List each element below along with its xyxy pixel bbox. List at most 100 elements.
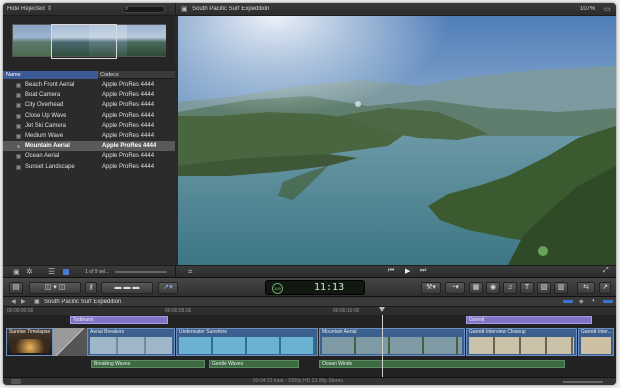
column-codecs-header[interactable]: Codecs [100,71,119,79]
share-icon[interactable]: ⇆ [577,282,595,294]
viewer-image[interactable] [178,16,616,265]
filmstrip[interactable] [12,24,166,59]
film-icon[interactable]: ▣ [13,268,20,276]
skip-forward-icon[interactable]: ⏭ [420,267,426,275]
clip-label: Gentle Waves [212,361,244,367]
clip-codec: Apple ProRes 4444 [102,112,155,119]
crop-icon[interactable]: ⌗ [188,267,193,277]
video-clip[interactable]: Aerial Breakers [87,328,175,356]
list-item[interactable]: Close Up Wave Apple ProRes 4444 [3,111,175,121]
list-view-icon[interactable]: ☰ [48,267,55,276]
app-window: Hide Rejected ⇕ ⌕ Name Codecs Beach Fron… [3,3,616,385]
skip-back-icon[interactable]: ⏮ [388,267,394,275]
project-title: South Pacific Surf Expedition [44,299,122,305]
list-item[interactable]: Beach Front Aerial Apple ProRes 4444 [3,80,175,90]
clip-label: Underwater Sunshine [179,329,228,335]
film-icon: ▣ [181,6,188,13]
clip-label: Sunrise Timelapse [9,329,51,335]
library-icon[interactable]: ▤ [9,282,23,294]
ruler-label: 00:00:05:00 [165,308,192,314]
timeline-zoom-slider[interactable] [563,381,603,383]
search-icon: ⌕ [125,6,129,12]
column-name-header[interactable]: Name [3,71,98,79]
clip-thumbnail [469,337,574,354]
snapping-icon[interactable] [563,300,573,303]
clip-codec: Apple ProRes 4444 [102,153,155,160]
fullscreen-icon[interactable]: ⤢ [603,267,609,275]
clip-label: Breaking Waves [94,361,131,367]
clip-icon [16,144,21,150]
list-item[interactable]: Jet Ski Camera Apple ProRes 4444 [3,121,175,131]
retime-icon[interactable]: ◔▾ [445,282,465,294]
clip-label: Todmann [73,317,94,323]
audio-clip[interactable]: Gentle Waves [209,360,299,368]
video-clip[interactable]: Underwater Sunshine [176,328,318,356]
video-clip[interactable]: Mountain Aerial [319,328,465,356]
hide-rejected-filter[interactable]: Hide Rejected [7,6,45,12]
clip-thumbnail [179,337,315,354]
viewer-zoom[interactable]: 107% [580,6,595,12]
solo-icon[interactable] [603,300,613,303]
import-button[interactable]: ◫ ▾ ◫ [29,282,81,294]
clip-name: Ocean Aerial [25,153,60,160]
list-item[interactable]: Mountain Aerial Apple ProRes 4444 [3,141,175,152]
camera-icon[interactable]: ◉ [486,282,500,294]
viewer-title: South Pacific Surf Expedition [192,6,270,12]
titles-icon[interactable]: T [520,282,534,294]
play-icon[interactable]: ▶ [405,267,410,275]
title-clip[interactable]: Garrett [466,316,592,324]
themes-icon[interactable]: ▥ [554,282,568,294]
list-item[interactable]: Boat Camera Apple ProRes 4444 [3,90,175,100]
select-tool-icon[interactable]: ➚▾ [158,282,178,294]
clip-thumbnail [90,337,172,354]
list-item[interactable]: Sunset Landscape Apple ProRes 4444 [3,162,175,172]
forward-icon[interactable]: ▶ [21,298,26,305]
clip-name: Close Up Wave [25,112,67,119]
timeline-ruler[interactable]: 00:00:00:00 00:00:05:00 00:00:10:00 [3,307,616,315]
playhead[interactable] [382,315,383,377]
skimming-icon[interactable]: ◈ [579,298,584,305]
view-options-icon[interactable]: ▭ [604,5,611,13]
list-item[interactable]: Ocean Aerial Apple ProRes 4444 [3,151,175,161]
clip-name: Medium Wave [25,133,64,139]
timeline-index-icon[interactable] [11,379,21,384]
enhance-icon[interactable]: ⚒▾ [421,282,441,294]
video-clip[interactable]: Sunrise Timelapse [6,328,53,356]
clip-codec: Apple ProRes 4444 [102,133,155,139]
title-clip[interactable]: Todmann [70,316,168,324]
filmstrip-frame [13,25,51,56]
video-clip[interactable]: Garrett Interview Closeup [466,328,577,356]
transition[interactable] [53,328,87,356]
chevron-updown-icon[interactable]: ⇕ [47,5,52,12]
audio-clip[interactable]: Breaking Waves [91,360,205,368]
list-item[interactable]: City Overhead Apple ProRes 4444 [3,100,175,110]
clip-label: Garrett [469,317,485,323]
zoom-slider[interactable] [115,271,167,273]
search-input[interactable]: ⌕ [122,6,165,13]
list-header: Name Codecs [3,71,175,79]
export-icon[interactable]: ↗ [599,282,611,294]
audio-clip[interactable]: Ocean Winds [319,360,565,368]
video-clip[interactable]: Garrett Inter... [578,328,614,356]
clip-codec: Apple ProRes 4444 [102,102,155,109]
clip-icon [16,123,21,129]
inspector-icon[interactable]: ▦ [469,282,483,294]
music-icon[interactable]: ♫ [503,282,517,294]
percent-ring-icon: 100 [272,283,283,294]
viewer-controls: ⌗ ⏮ ▶ ⏭ ⤢ [175,265,616,277]
key-icon[interactable]: ⚷ [85,282,97,294]
audio-skim-icon[interactable]: ◐ [592,298,596,304]
generators-icon[interactable]: ▧ [537,282,551,294]
filmstrip-view-icon[interactable] [63,269,69,275]
clip-label: Garrett Interview Closeup [469,329,526,335]
clip-icon [16,83,21,88]
list-item[interactable]: Medium Wave Apple ProRes 4444 [3,131,175,141]
edit-buttons[interactable]: ▬ ▬ ▬ [101,282,153,294]
playhead-marker[interactable] [379,307,385,312]
timeline-body: Todmann Garrett Sunrise Timelapse Aerial… [3,315,616,377]
timecode[interactable]: 11:13 [314,282,344,293]
filmstrip-selection[interactable] [51,24,117,59]
timeline-footer: 00:04:23 total - 1080p HD 23.98p Stereo [3,377,616,385]
back-icon[interactable]: ◀ [11,298,16,305]
gear-icon[interactable]: ✲ [26,267,33,276]
